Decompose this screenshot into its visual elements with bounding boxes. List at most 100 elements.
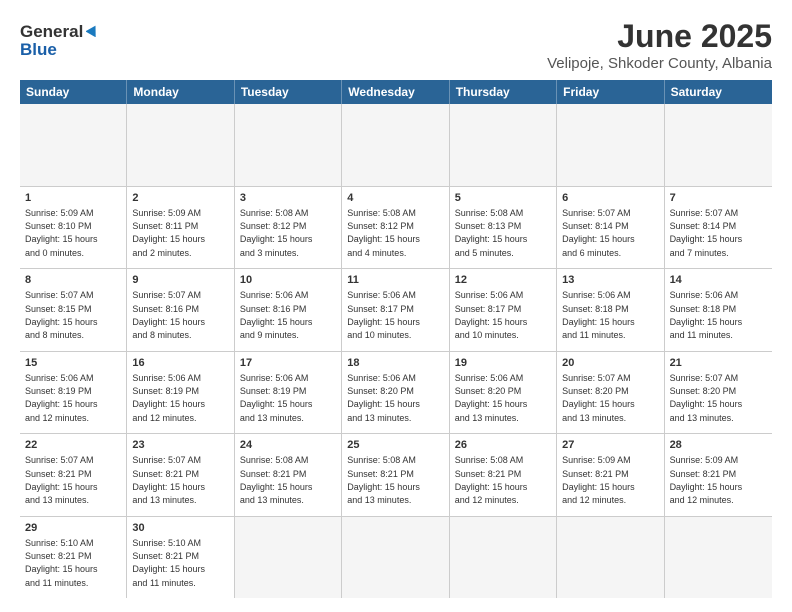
- day-number: 4: [347, 191, 443, 206]
- day-number: 21: [670, 356, 767, 371]
- calendar-cell: 15Sunrise: 5:06 AM Sunset: 8:19 PM Dayli…: [20, 352, 127, 434]
- day-number: 8: [25, 273, 121, 288]
- logo-blue: Blue: [20, 40, 57, 60]
- calendar-body: 1Sunrise: 5:09 AM Sunset: 8:10 PM Daylig…: [20, 104, 772, 598]
- calendar-cell: 30 Sunrise: 5:10 AM Sunset: 8:21 PM Dayli…: [127, 517, 234, 599]
- day-number: 2: [132, 191, 228, 206]
- day-info: Sunrise: 5:10 AM Sunset: 8:21 PM Dayligh…: [132, 538, 205, 588]
- day-info: Sunrise: 5:10 AM Sunset: 8:21 PM Dayligh…: [25, 538, 98, 588]
- day-number: 26: [455, 438, 551, 453]
- day-number: 14: [670, 273, 767, 288]
- calendar-cell: 4 Sunrise: 5:08 AM Sunset: 8:12 PM Daylig…: [342, 187, 449, 269]
- weekday-header-saturday: Saturday: [665, 80, 772, 104]
- day-number: 9: [132, 273, 228, 288]
- calendar-cell: 24 Sunrise: 5:08 AM Sunset: 8:21 PM Dayli…: [235, 434, 342, 516]
- day-number: 1: [25, 191, 121, 206]
- calendar-cell: 10 Sunrise: 5:06 AM Sunset: 8:16 PM Dayli…: [235, 269, 342, 351]
- day-info: Sunrise: 5:06 AM Sunset: 8:17 PM Dayligh…: [347, 290, 420, 340]
- calendar-week-5: 29 Sunrise: 5:10 AM Sunset: 8:21 PM Dayli…: [20, 517, 772, 599]
- calendar-cell: 13 Sunrise: 5:06 AM Sunset: 8:18 PM Dayli…: [557, 269, 664, 351]
- calendar: SundayMondayTuesdayWednesdayThursdayFrid…: [20, 80, 772, 598]
- day-number: 13: [562, 273, 658, 288]
- calendar-week-4: 22 Sunrise: 5:07 AM Sunset: 8:21 PM Dayli…: [20, 434, 772, 517]
- day-number: 12: [455, 273, 551, 288]
- calendar-cell: 1Sunrise: 5:09 AM Sunset: 8:10 PM Daylig…: [20, 187, 127, 269]
- day-number: 17: [240, 356, 336, 371]
- day-info: Sunrise: 5:06 AM Sunset: 8:20 PM Dayligh…: [347, 373, 420, 423]
- calendar-title: June 2025: [547, 18, 772, 55]
- day-number: 7: [670, 191, 767, 206]
- weekday-header-wednesday: Wednesday: [342, 80, 449, 104]
- day-info: Sunrise: 5:08 AM Sunset: 8:21 PM Dayligh…: [240, 455, 313, 505]
- header: General Blue June 2025 Velipoje, Shkoder…: [20, 18, 772, 72]
- calendar-cell: [665, 517, 772, 599]
- day-info: Sunrise: 5:06 AM Sunset: 8:18 PM Dayligh…: [670, 290, 743, 340]
- calendar-cell: 23 Sunrise: 5:07 AM Sunset: 8:21 PM Dayli…: [127, 434, 234, 516]
- day-number: 18: [347, 356, 443, 371]
- logo-general: General: [20, 22, 83, 42]
- calendar-cell: 19 Sunrise: 5:06 AM Sunset: 8:20 PM Dayli…: [450, 352, 557, 434]
- calendar-cell: 27Sunrise: 5:09 AM Sunset: 8:21 PM Dayli…: [557, 434, 664, 516]
- calendar-cell: 5 Sunrise: 5:08 AM Sunset: 8:13 PM Daylig…: [450, 187, 557, 269]
- day-info: Sunrise: 5:06 AM Sunset: 8:20 PM Dayligh…: [455, 373, 528, 423]
- calendar-subtitle: Velipoje, Shkoder County, Albania: [547, 55, 772, 72]
- calendar-cell: [20, 104, 127, 186]
- day-info: Sunrise: 5:08 AM Sunset: 8:12 PM Dayligh…: [240, 208, 313, 258]
- day-number: 10: [240, 273, 336, 288]
- day-info: Sunrise: 5:08 AM Sunset: 8:12 PM Dayligh…: [347, 208, 420, 258]
- day-info: Sunrise: 5:09 AM Sunset: 8:11 PM Dayligh…: [132, 208, 205, 258]
- weekday-header-friday: Friday: [557, 80, 664, 104]
- calendar-cell: [450, 517, 557, 599]
- calendar-cell: 7 Sunrise: 5:07 AM Sunset: 8:14 PM Daylig…: [665, 187, 772, 269]
- day-info: Sunrise: 5:07 AM Sunset: 8:16 PM Dayligh…: [132, 290, 205, 340]
- day-info: Sunrise: 5:06 AM Sunset: 8:19 PM Dayligh…: [132, 373, 205, 423]
- calendar-cell: 6Sunrise: 5:07 AM Sunset: 8:14 PM Daylig…: [557, 187, 664, 269]
- day-number: 5: [455, 191, 551, 206]
- calendar-cell: [450, 104, 557, 186]
- day-number: 27: [562, 438, 658, 453]
- day-number: 25: [347, 438, 443, 453]
- day-info: Sunrise: 5:07 AM Sunset: 8:14 PM Dayligh…: [670, 208, 743, 258]
- logo: General Blue: [20, 22, 100, 60]
- weekday-header-monday: Monday: [127, 80, 234, 104]
- calendar-cell: [235, 104, 342, 186]
- weekday-header-thursday: Thursday: [450, 80, 557, 104]
- day-number: 28: [670, 438, 767, 453]
- weekday-header-tuesday: Tuesday: [235, 80, 342, 104]
- calendar-cell: 25Sunrise: 5:08 AM Sunset: 8:21 PM Dayli…: [342, 434, 449, 516]
- day-number: 30: [132, 521, 228, 536]
- calendar-week-3: 15Sunrise: 5:06 AM Sunset: 8:19 PM Dayli…: [20, 352, 772, 435]
- day-info: Sunrise: 5:06 AM Sunset: 8:17 PM Dayligh…: [455, 290, 528, 340]
- calendar-cell: 11Sunrise: 5:06 AM Sunset: 8:17 PM Dayli…: [342, 269, 449, 351]
- day-info: Sunrise: 5:06 AM Sunset: 8:19 PM Dayligh…: [25, 373, 98, 423]
- day-info: Sunrise: 5:06 AM Sunset: 8:18 PM Dayligh…: [562, 290, 635, 340]
- day-info: Sunrise: 5:06 AM Sunset: 8:16 PM Dayligh…: [240, 290, 313, 340]
- calendar-cell: 14 Sunrise: 5:06 AM Sunset: 8:18 PM Dayli…: [665, 269, 772, 351]
- calendar-cell: 26Sunrise: 5:08 AM Sunset: 8:21 PM Dayli…: [450, 434, 557, 516]
- day-info: Sunrise: 5:07 AM Sunset: 8:21 PM Dayligh…: [132, 455, 205, 505]
- day-info: Sunrise: 5:07 AM Sunset: 8:20 PM Dayligh…: [670, 373, 743, 423]
- day-info: Sunrise: 5:06 AM Sunset: 8:19 PM Dayligh…: [240, 373, 313, 423]
- day-number: 3: [240, 191, 336, 206]
- day-number: 23: [132, 438, 228, 453]
- calendar-cell: 12 Sunrise: 5:06 AM Sunset: 8:17 PM Dayli…: [450, 269, 557, 351]
- calendar-cell: 21 Sunrise: 5:07 AM Sunset: 8:20 PM Dayli…: [665, 352, 772, 434]
- calendar-cell: 18 Sunrise: 5:06 AM Sunset: 8:20 PM Dayli…: [342, 352, 449, 434]
- day-number: 20: [562, 356, 658, 371]
- calendar-cell: 22Sunrise: 5:07 AM Sunset: 8:21 PM Dayli…: [20, 434, 127, 516]
- day-info: Sunrise: 5:09 AM Sunset: 8:21 PM Dayligh…: [670, 455, 743, 505]
- day-number: 24: [240, 438, 336, 453]
- day-number: 19: [455, 356, 551, 371]
- calendar-cell: 3 Sunrise: 5:08 AM Sunset: 8:12 PM Daylig…: [235, 187, 342, 269]
- calendar-cell: [342, 104, 449, 186]
- calendar-cell: [127, 104, 234, 186]
- calendar-cell: 20Sunrise: 5:07 AM Sunset: 8:20 PM Dayli…: [557, 352, 664, 434]
- calendar-cell: [665, 104, 772, 186]
- calendar-cell: [235, 517, 342, 599]
- calendar-cell: 8 Sunrise: 5:07 AM Sunset: 8:15 PM Daylig…: [20, 269, 127, 351]
- day-number: 22: [25, 438, 121, 453]
- calendar-header: SundayMondayTuesdayWednesdayThursdayFrid…: [20, 80, 772, 104]
- day-info: Sunrise: 5:07 AM Sunset: 8:15 PM Dayligh…: [25, 290, 98, 340]
- day-info: Sunrise: 5:08 AM Sunset: 8:13 PM Dayligh…: [455, 208, 528, 258]
- day-number: 29: [25, 521, 121, 536]
